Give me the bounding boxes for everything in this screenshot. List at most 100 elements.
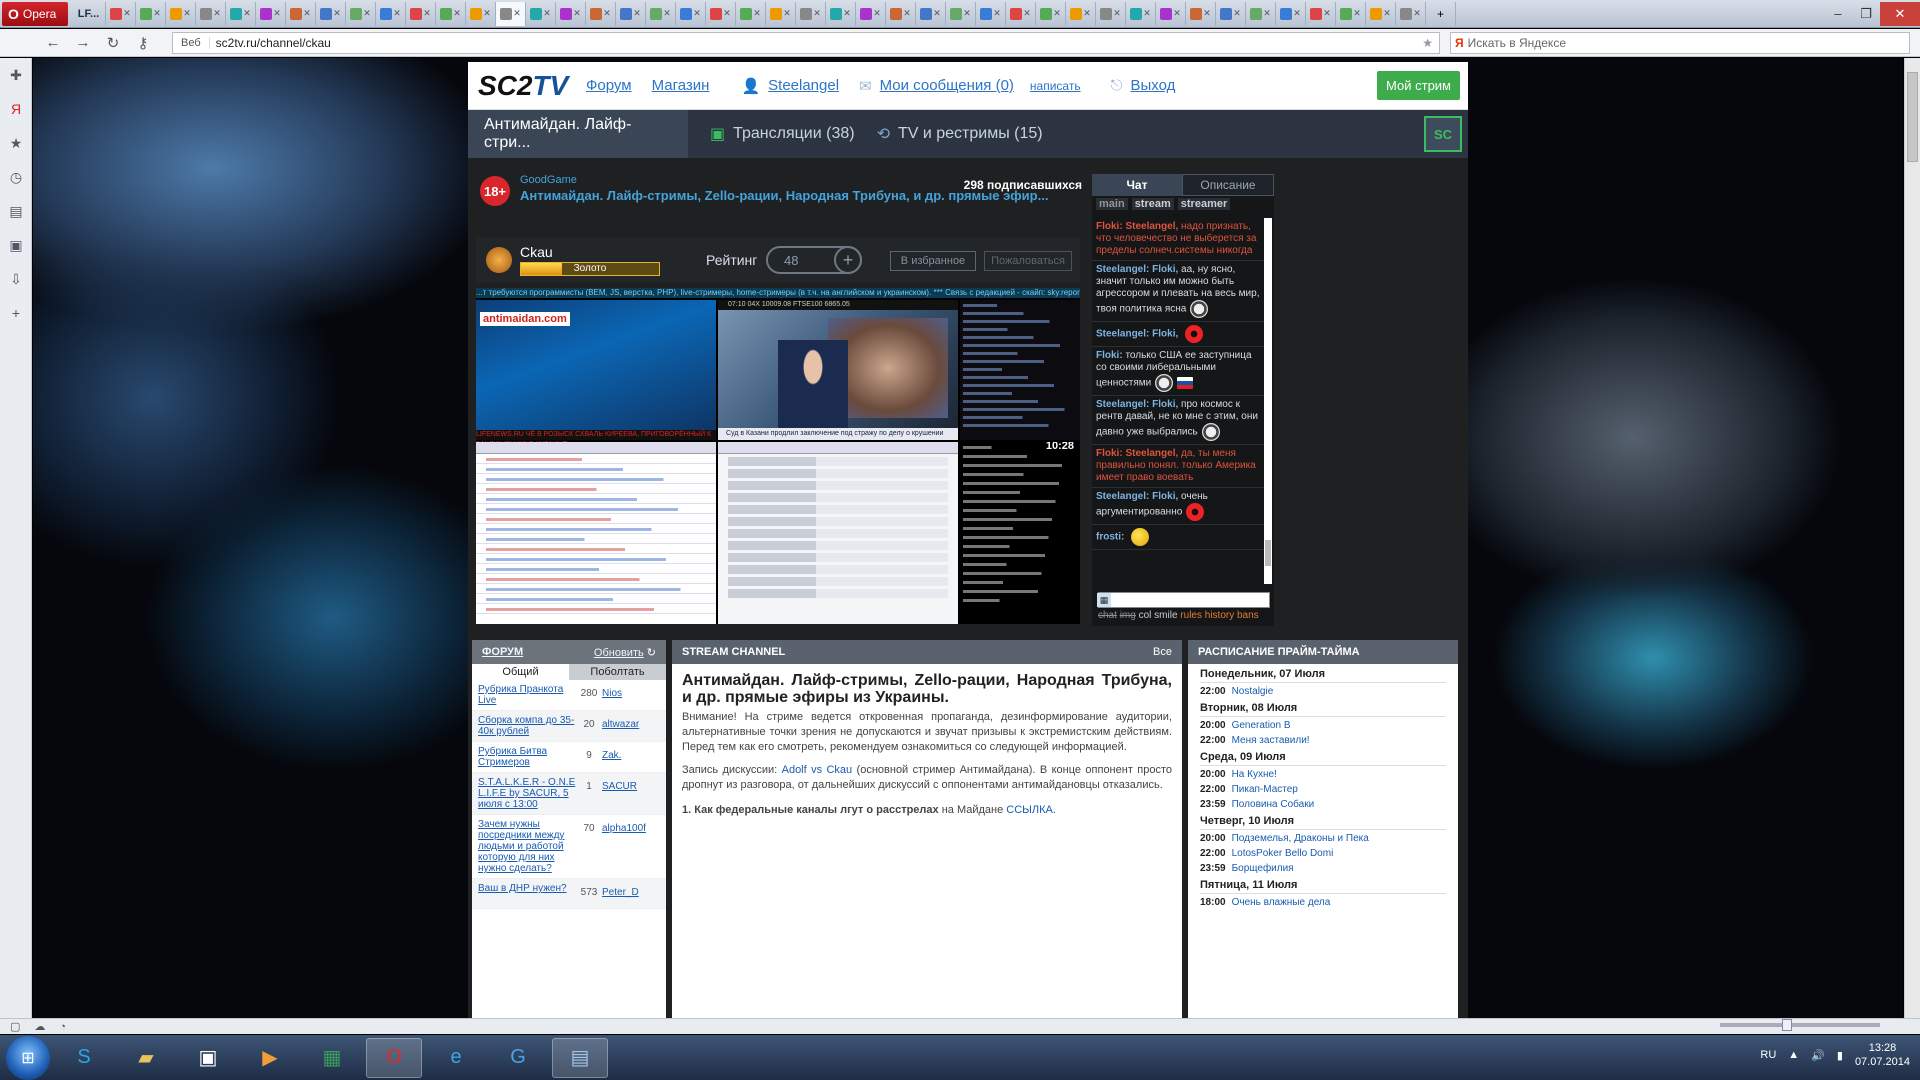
browser-tab[interactable]: ✕ xyxy=(886,1,916,26)
tab-close-icon[interactable]: ✕ xyxy=(1383,8,1391,19)
forum-title-link[interactable]: ФОРУМ xyxy=(482,646,523,658)
opera-menu-button[interactable]: O Opera xyxy=(2,1,68,26)
chat-input[interactable]: ▦ xyxy=(1097,592,1270,608)
search-input[interactable]: Я Искать в Яндексе xyxy=(1450,32,1910,54)
tab-close-icon[interactable]: ✕ xyxy=(663,8,671,19)
tab-close-icon[interactable]: ✕ xyxy=(1203,8,1211,19)
tab-close-icon[interactable]: ✕ xyxy=(153,8,161,19)
browser-tab[interactable]: ✕ xyxy=(736,1,766,26)
tab-close-icon[interactable]: ✕ xyxy=(363,8,371,19)
browser-tab[interactable]: ✕ xyxy=(166,1,196,26)
add-panel-icon[interactable]: + xyxy=(0,296,32,330)
reload-button[interactable]: ↻ xyxy=(98,31,128,55)
stream-all-link[interactable]: Все xyxy=(1153,646,1172,658)
tab-close-icon[interactable]: ✕ xyxy=(843,8,851,19)
browser-tab[interactable]: ✕ xyxy=(586,1,616,26)
opera-taskbar-icon[interactable]: O xyxy=(366,1037,422,1078)
tab-chat[interactable]: Чат xyxy=(1092,174,1182,196)
forum-refresh[interactable]: Обновить ↻ xyxy=(594,646,656,659)
tab-close-icon[interactable]: ✕ xyxy=(483,8,491,19)
maximize-button[interactable]: ❐ xyxy=(1852,2,1880,26)
tab-close-icon[interactable]: ✕ xyxy=(723,8,731,19)
tab-close-icon[interactable]: ✕ xyxy=(1353,8,1361,19)
browser-tab[interactable]: ✕ xyxy=(1006,1,1036,26)
app-taskbar-icon[interactable]: ▦ xyxy=(304,1038,360,1078)
complain-button[interactable]: Пожаловаться xyxy=(984,251,1072,271)
tab-close-icon[interactable]: ✕ xyxy=(573,8,581,19)
browser-tab[interactable]: ✕ xyxy=(136,1,166,26)
browser-tab[interactable]: ✕ xyxy=(196,1,226,26)
chat-author[interactable]: frosti: xyxy=(1096,532,1124,543)
tab-close-icon[interactable]: ✕ xyxy=(393,8,401,19)
chat-scroll-thumb[interactable] xyxy=(1265,540,1271,566)
tab-close-icon[interactable]: ✕ xyxy=(183,8,191,19)
browser-tab[interactable]: ✕ xyxy=(676,1,706,26)
img-toggle[interactable]: img xyxy=(1120,610,1136,621)
browser-tab[interactable]: ✕ xyxy=(706,1,736,26)
browser-tab[interactable]: ✕ xyxy=(1126,1,1156,26)
tab-close-icon[interactable]: ✕ xyxy=(453,8,461,19)
tab-close-icon[interactable]: ✕ xyxy=(783,8,791,19)
schedule-show-link[interactable]: На Кухне! xyxy=(1232,769,1277,780)
chat-author[interactable]: Steelangel: xyxy=(1096,399,1149,410)
chat-author[interactable]: Steelangel: xyxy=(1096,491,1149,502)
room-main[interactable]: main xyxy=(1096,198,1128,210)
thread-title[interactable]: Рубрика Битва Стримеров xyxy=(478,746,576,768)
network-icon[interactable]: ▮ xyxy=(1837,1049,1843,1062)
media-player-taskbar-icon[interactable]: ▶ xyxy=(242,1038,298,1078)
chat-author[interactable]: Steelangel: xyxy=(1096,329,1149,340)
browser-tab[interactable]: ✕ xyxy=(556,1,586,26)
volume-icon[interactable]: 🔊 xyxy=(1811,1049,1825,1062)
browser-tab[interactable]: ✕ xyxy=(226,1,256,26)
schedule-show-link[interactable]: Подземелья, Драконы и Пека xyxy=(1232,833,1369,844)
zoom-knob[interactable] xyxy=(1782,1019,1792,1031)
browser-tab[interactable]: ✕ xyxy=(286,1,316,26)
chat-author[interactable]: Floki: xyxy=(1096,448,1123,459)
tab-close-icon[interactable]: ✕ xyxy=(753,8,761,19)
messages-link[interactable]: Мои сообщения (0) xyxy=(880,77,1014,94)
key-button[interactable]: ⚷ xyxy=(128,31,158,55)
browser-tab[interactable]: ✕ xyxy=(1306,1,1336,26)
tab-close-icon[interactable]: ✕ xyxy=(993,8,1001,19)
chat-addressee[interactable]: Floki, xyxy=(1152,491,1178,502)
tab-close-icon[interactable]: ✕ xyxy=(333,8,341,19)
thread-title[interactable]: Ваш в ДНР нужен? xyxy=(478,883,576,894)
browser-tab[interactable]: ✕ xyxy=(316,1,346,26)
tab-close-icon[interactable]: ✕ xyxy=(243,8,251,19)
tab-close-icon[interactable]: ✕ xyxy=(1263,8,1271,19)
browser-tab[interactable]: ✕ xyxy=(256,1,286,26)
tab-close-icon[interactable]: ✕ xyxy=(1053,8,1061,19)
back-button[interactable]: ← xyxy=(38,31,68,55)
explorer-taskbar-icon[interactable]: ▰ xyxy=(118,1038,174,1078)
thread-last-user[interactable]: Peter_D xyxy=(602,887,639,898)
tab-close-icon[interactable]: ✕ xyxy=(1083,8,1091,19)
browser-tab[interactable]: ✕ xyxy=(1366,1,1396,26)
chat-addressee[interactable]: Floki, xyxy=(1152,329,1178,340)
schedule-show-link[interactable]: Очень влажные дела xyxy=(1232,897,1331,908)
chat-author[interactable]: Floki: xyxy=(1096,221,1123,232)
tab-close-icon[interactable]: ✕ xyxy=(903,8,911,19)
tab-current-channel[interactable]: Антимайдан. Лайф-стри... xyxy=(468,110,688,158)
logout-link[interactable]: Выход xyxy=(1130,77,1175,94)
browser-tab[interactable]: ✕ xyxy=(796,1,826,26)
browser-tab[interactable]: ✕ xyxy=(1156,1,1186,26)
browser-tab[interactable]: ✕ xyxy=(1336,1,1366,26)
new-tab-button[interactable]: + xyxy=(1426,1,1456,26)
close-window-button[interactable]: ✕ xyxy=(1880,1,1920,26)
tab-close-icon[interactable]: ✕ xyxy=(963,8,971,19)
discussion-link[interactable]: Adolf vs Ckau xyxy=(782,764,853,776)
cloud-icon[interactable]: ☁ xyxy=(34,1020,45,1033)
schedule-show-link[interactable]: Борщефилия xyxy=(1232,863,1294,874)
browser-tab[interactable]: ✕ xyxy=(496,1,526,26)
bookmarks-icon[interactable]: ★ xyxy=(0,126,32,160)
panel-toggle-icon[interactable]: ▢ xyxy=(10,1020,20,1033)
my-stream-button[interactable]: Мой стрим xyxy=(1377,71,1460,100)
language-indicator[interactable]: RU xyxy=(1760,1049,1776,1061)
tab-close-icon[interactable]: ✕ xyxy=(1143,8,1151,19)
bookmark-star-icon[interactable]: ★ xyxy=(1422,36,1433,50)
ie-taskbar-icon[interactable]: e xyxy=(428,1038,484,1078)
chat-toggle[interactable]: chat xyxy=(1098,610,1117,621)
thread-title[interactable]: S.T.A.L.K.E.R - O.N.E L.I.F.E by SACUR, … xyxy=(478,777,576,810)
browser-tab[interactable]: ✕ xyxy=(946,1,976,26)
browser-tab[interactable]: ✕ xyxy=(436,1,466,26)
